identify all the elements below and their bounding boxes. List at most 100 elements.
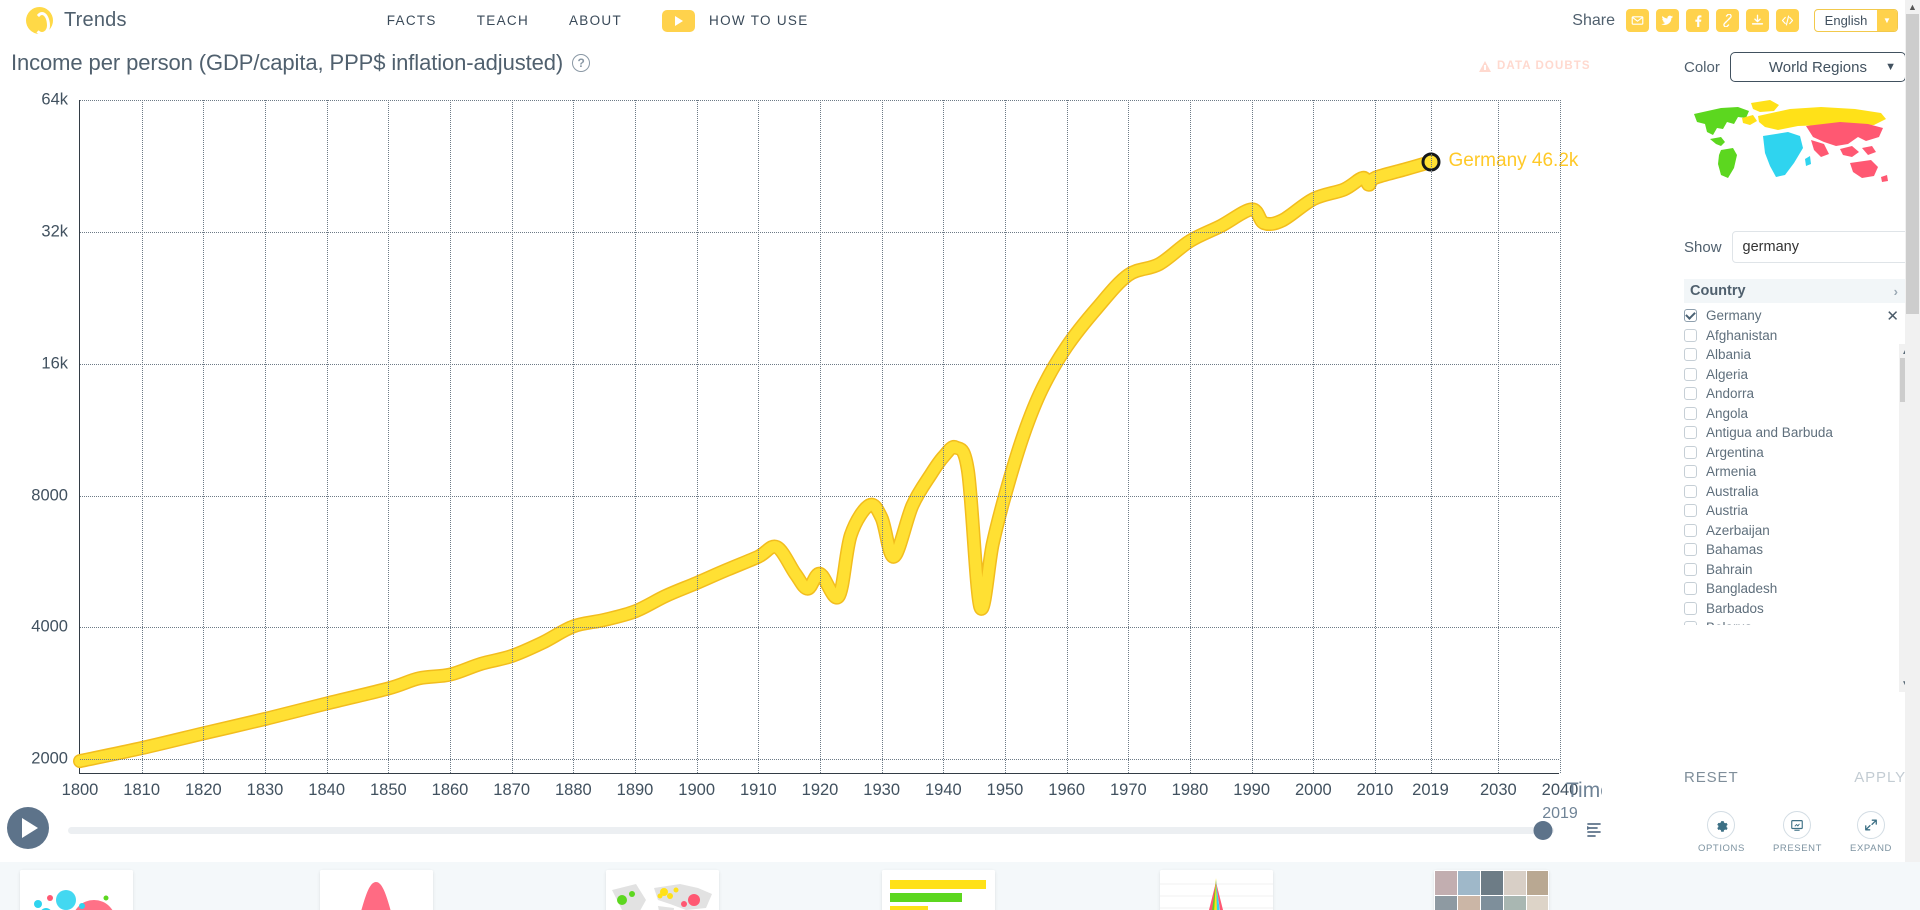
gridline-vertical <box>758 100 760 773</box>
brand-logo[interactable]: Trends <box>26 7 127 35</box>
twitter-icon[interactable] <box>1656 9 1679 32</box>
checkbox-checked[interactable] <box>1684 309 1697 323</box>
country-list-item[interactable]: Azerbaijan <box>1684 521 1906 541</box>
checkbox-unchecked[interactable] <box>1684 523 1697 537</box>
country-list-item[interactable]: Armenia <box>1684 462 1906 482</box>
color-select[interactable]: World Regions ▼ <box>1729 52 1906 82</box>
page-scrollbar[interactable]: ▲ ▼ <box>1905 0 1920 910</box>
country-list-item[interactable]: Argentina <box>1684 443 1906 463</box>
checkbox-unchecked[interactable] <box>1684 328 1697 342</box>
page-scroll-thumb[interactable] <box>1906 14 1919 314</box>
checkbox-unchecked[interactable] <box>1684 621 1697 625</box>
gridline-vertical <box>1128 100 1130 773</box>
app-title: Trends <box>64 9 127 31</box>
close-icon[interactable]: ✕ <box>1886 307 1899 325</box>
email-icon[interactable] <box>1626 9 1649 32</box>
country-list-item[interactable]: Algeria <box>1684 365 1906 385</box>
timeline-settings-icon[interactable] <box>1586 820 1608 842</box>
reset-button[interactable]: RESET <box>1684 769 1739 786</box>
country-list-item[interactable]: Germany ✕ <box>1684 306 1906 326</box>
country-list[interactable]: Germany ✕ Afghanistan Albania Algeria Andorra… <box>1684 303 1906 625</box>
options-button[interactable]: OPTIONS <box>1698 811 1745 854</box>
ranks-bar-chart-thumbnail[interactable] <box>882 870 995 910</box>
map-region-shape[interactable] <box>1880 175 1888 182</box>
scroll-up-icon[interactable]: ▲ <box>1905 0 1920 14</box>
map-region-shape[interactable] <box>1709 137 1725 146</box>
checkbox-unchecked[interactable] <box>1684 562 1697 576</box>
map-region-shape[interactable] <box>1849 160 1878 178</box>
expand-button[interactable]: EXPAND <box>1850 811 1892 854</box>
country-list-item[interactable]: Afghanistan <box>1684 326 1906 346</box>
nav-item-about[interactable]: ABOUT <box>569 13 622 28</box>
time-slider-bar[interactable] <box>0 795 1570 861</box>
share-label: Share <box>1572 11 1615 29</box>
country-list-item[interactable]: Bahamas <box>1684 540 1906 560</box>
country-list-item[interactable]: Angola <box>1684 404 1906 424</box>
embed-code-icon[interactable] <box>1776 9 1799 32</box>
world-regions-map[interactable] <box>1690 96 1895 211</box>
search-input[interactable] <box>1731 231 1920 263</box>
control-panel: Color World Regions ▼ Show Country › Ger… <box>1664 41 1920 862</box>
mountains-chart-thumbnail[interactable] <box>320 870 433 910</box>
link-icon[interactable] <box>1716 9 1739 32</box>
gridline-vertical <box>1498 100 1500 773</box>
present-button[interactable]: PRESENT <box>1773 811 1822 854</box>
map-region-shape[interactable] <box>1804 156 1811 166</box>
map-region-shape[interactable] <box>1717 148 1737 178</box>
data-doubts-badge[interactable]: DATA DOUBTS <box>1479 60 1591 72</box>
line-chart-plot[interactable]: Germany 46.2k 2000 4000 8000 16k 32k 64k 1800 1… <box>31 91 1578 823</box>
country-name: Algeria <box>1706 366 1749 382</box>
country-name: Barbados <box>1706 600 1764 616</box>
gridline-vertical <box>388 100 390 773</box>
map-region-shape[interactable] <box>1861 146 1876 155</box>
nav-item-teach[interactable]: TEACH <box>477 13 529 28</box>
country-group-header[interactable]: Country › <box>1684 279 1906 303</box>
country-list-item[interactable]: Austria <box>1684 501 1906 521</box>
country-list-item[interactable]: Bahrain <box>1684 560 1906 580</box>
map-region-shape[interactable] <box>1762 132 1803 177</box>
download-icon[interactable] <box>1746 9 1769 32</box>
time-slider-handle[interactable] <box>1533 821 1553 840</box>
checkbox-unchecked[interactable] <box>1684 582 1697 596</box>
language-select[interactable]: English ▼ <box>1814 9 1898 32</box>
checkbox-unchecked[interactable] <box>1684 543 1697 557</box>
checkbox-unchecked[interactable] <box>1684 367 1697 381</box>
checkbox-unchecked[interactable] <box>1684 465 1697 479</box>
country-group-label: Country <box>1690 283 1746 299</box>
gridline-vertical <box>1430 100 1432 773</box>
gridline-vertical <box>696 100 698 773</box>
checkbox-unchecked[interactable] <box>1684 445 1697 459</box>
checkbox-unchecked[interactable] <box>1684 426 1697 440</box>
map-region-shape[interactable] <box>1750 100 1779 112</box>
world-map-thumbnail[interactable] <box>606 870 719 910</box>
ages-pyramid-thumbnail[interactable] <box>1160 870 1273 910</box>
country-list-item[interactable]: Albania <box>1684 345 1906 365</box>
present-label: PRESENT <box>1772 843 1823 854</box>
country-list-item[interactable]: Antigua and Barbuda <box>1684 423 1906 443</box>
facebook-icon[interactable] <box>1686 9 1709 32</box>
checkbox-unchecked[interactable] <box>1684 504 1697 518</box>
help-icon[interactable]: ? <box>572 54 591 72</box>
checkbox-unchecked[interactable] <box>1684 601 1697 615</box>
country-list-item[interactable]: Australia <box>1684 482 1906 502</box>
how-to-use-button[interactable]: HOW TO USE <box>662 9 809 32</box>
play-button[interactable] <box>7 807 49 849</box>
series-line[interactable] <box>74 156 1436 767</box>
language-value: English <box>1824 13 1868 28</box>
apply-button[interactable]: APPLY <box>1854 769 1906 786</box>
checkbox-unchecked[interactable] <box>1684 387 1697 401</box>
nav-item-facts[interactable]: FACTS <box>387 13 437 28</box>
country-list-item[interactable]: Barbados <box>1684 599 1906 619</box>
country-list-item[interactable]: Andorra <box>1684 384 1906 404</box>
checkbox-unchecked[interactable] <box>1684 406 1697 420</box>
dollar-street-photos-thumbnail[interactable] <box>1434 870 1549 910</box>
bubbles-chart-thumbnail[interactable] <box>20 870 133 910</box>
country-list-item[interactable]: Belarus <box>1684 618 1906 625</box>
country-list-item[interactable]: Bangladesh <box>1684 579 1906 599</box>
map-region-shape[interactable] <box>1693 107 1749 135</box>
map-region-shape[interactable] <box>1839 146 1859 157</box>
checkbox-unchecked[interactable] <box>1684 484 1697 498</box>
checkbox-unchecked[interactable] <box>1684 348 1697 362</box>
chevron-down-icon: ▼ <box>1877 10 1897 31</box>
time-slider-track[interactable] <box>68 827 1554 834</box>
